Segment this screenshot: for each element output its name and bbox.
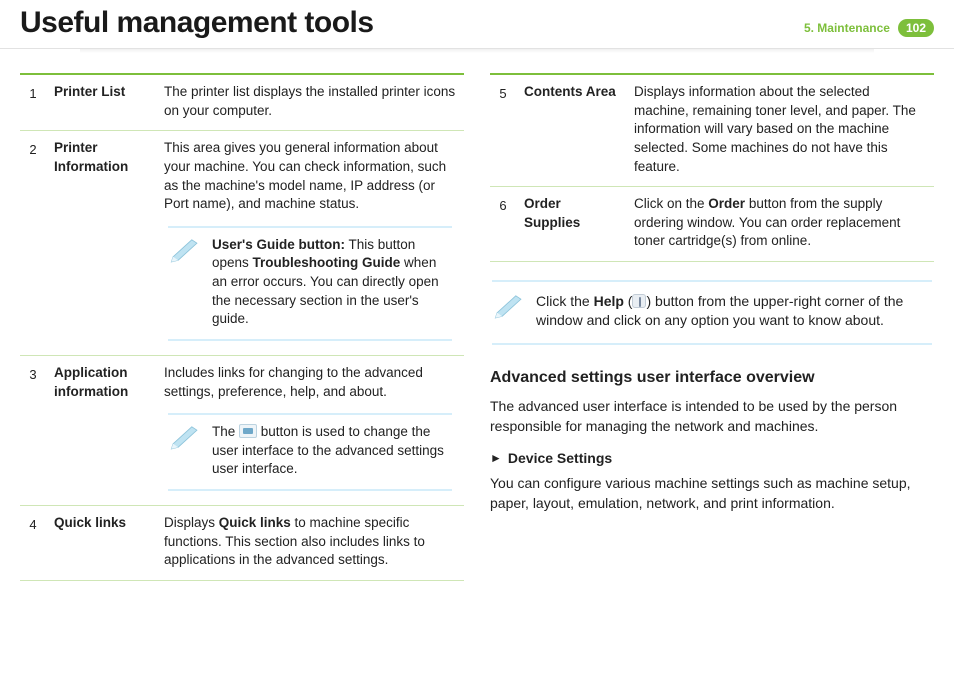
device-settings-body: You can configure various machine settin… [490,474,934,514]
table-row: 6 Order Supplies Click on the Order butt… [490,187,934,262]
row-desc: Displays information about the selected … [626,74,934,187]
feature-table-right: 5 Contents Area Displays information abo… [490,73,934,262]
advanced-paragraph: The advanced user interface is intended … [490,397,934,437]
table-row: 1 Printer List The printer list displays… [20,74,464,131]
row-number: 2 [20,131,46,356]
row-desc-cell: This area gives you general information … [156,131,464,356]
chapter-label: 5. Maintenance [804,21,890,35]
row-label: Printer Information [46,131,156,356]
note-text: User's Guide button: This button opens T… [212,236,452,329]
table-row: 5 Contents Area Displays information abo… [490,74,934,187]
hn-bold: Help [594,293,624,309]
table-row: 3 Application information Includes links… [20,355,464,505]
desc-a: Displays [164,515,219,530]
desc-a: Click on the [634,196,708,211]
desc-bold: Quick links [219,515,291,530]
device-settings-subhead: ► Device Settings [490,450,934,466]
feature-table-left: 1 Printer List The printer list displays… [20,73,464,581]
note-icon [492,292,526,325]
row-desc: Displays Quick links to machine specific… [156,506,464,581]
table-row: 4 Quick links Displays Quick links to ma… [20,506,464,581]
note-callout: The button is used to change the user in… [168,413,452,491]
note-text: The button is used to change the user in… [212,423,452,479]
row-desc: Click on the Order button from the suppl… [626,187,934,262]
row-label: Application information [46,355,156,505]
page-title: Useful management tools [20,6,374,40]
row-label: Contents Area [516,74,626,187]
row-label: Quick links [46,506,156,581]
row-desc: The printer list displays the installed … [156,74,464,131]
help-note: Click the Help () button from the upper-… [492,280,932,345]
row-desc-cell: Includes links for changing to the advan… [156,355,464,505]
row-label: Order Supplies [516,187,626,262]
header-meta: 5. Maintenance 102 [804,19,934,37]
row-number: 4 [20,506,46,581]
desc-bold: Order [708,196,745,211]
content-columns: 1 Printer List The printer list displays… [0,53,954,581]
row-number: 1 [20,74,46,131]
page-header: Useful management tools 5. Maintenance 1… [0,0,954,49]
note-icon [168,236,202,270]
row-number: 3 [20,355,46,505]
note-callout: User's Guide button: This button opens T… [168,226,452,341]
settings-toggle-icon [239,424,257,438]
sub-label: Device Settings [508,450,612,466]
row-desc: This area gives you general information … [164,139,456,214]
note-bold2: Troubleshooting Guide [253,255,401,270]
row-number: 5 [490,74,516,187]
help-note-text: Click the Help () button from the upper-… [536,292,932,331]
triangle-bullet-icon: ► [490,451,502,465]
left-column: 1 Printer List The printer list displays… [20,73,464,581]
advanced-heading: Advanced settings user interface overvie… [490,369,934,387]
row-desc: Includes links for changing to the advan… [164,364,456,401]
row-number: 6 [490,187,516,262]
note-icon [168,423,202,457]
note-lead: User's Guide button: [212,237,345,252]
hn-b: ( [624,293,633,309]
hn-a: Click the [536,293,594,309]
right-column: 5 Contents Area Displays information abo… [490,73,934,581]
table-row: 2 Printer Information This area gives yo… [20,131,464,356]
page-number-badge: 102 [898,19,934,37]
help-icon [632,294,646,308]
row-label: Printer List [46,74,156,131]
note3-a: The [212,424,239,439]
